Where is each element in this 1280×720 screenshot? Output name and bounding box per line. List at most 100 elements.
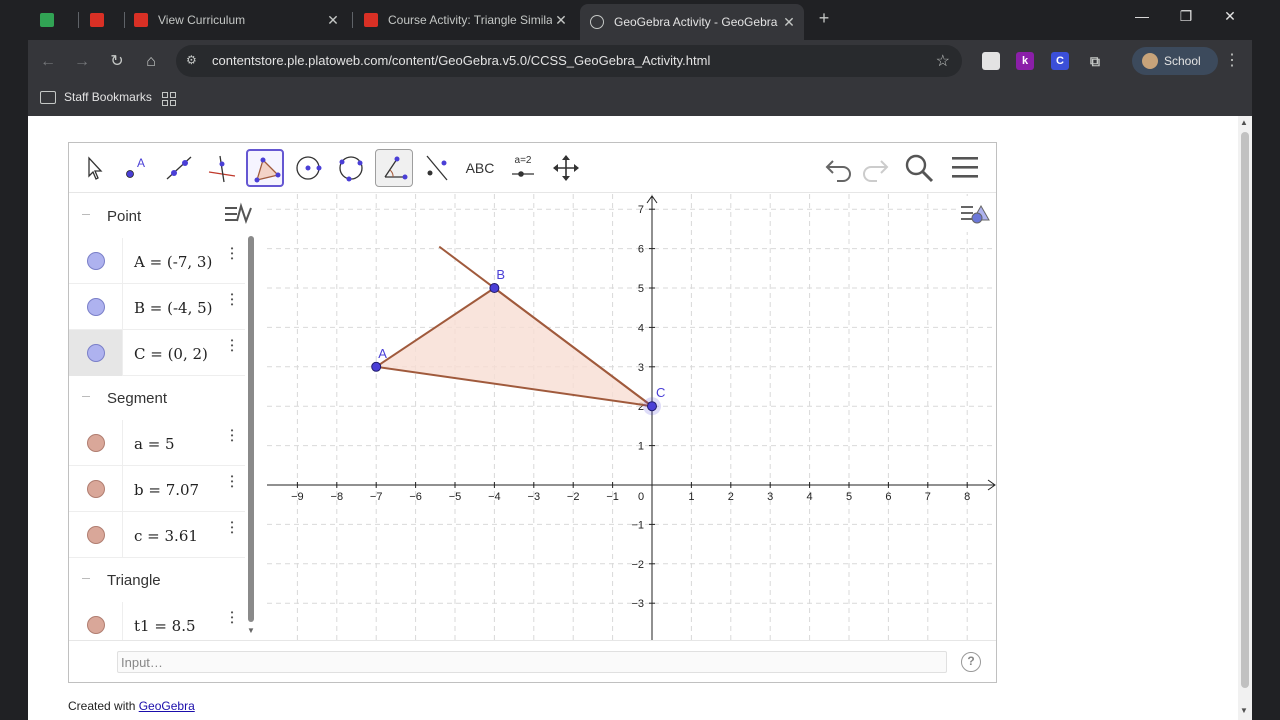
algebra-row[interactable]: C = (0, 2) • • •	[69, 330, 245, 376]
move-tool[interactable]	[74, 149, 112, 187]
visibility-toggle[interactable]	[69, 238, 123, 284]
extensions-puzzle-icon[interactable]: ⧉	[1086, 52, 1104, 70]
visibility-toggle[interactable]	[69, 512, 123, 558]
algebra-expression[interactable]: A = (-7, 3)	[134, 253, 212, 271]
apps-grid-icon[interactable]	[162, 92, 176, 106]
algebra-row[interactable]: c = 3.61 • • •	[69, 512, 245, 558]
item-menu-icon[interactable]: • • •	[229, 245, 235, 263]
algebra-expression[interactable]: c = 3.61	[134, 527, 198, 545]
home-icon[interactable]: ⌂	[139, 50, 163, 74]
text-tool[interactable]: ABC	[461, 149, 499, 187]
angle-tool[interactable]	[375, 149, 413, 187]
item-menu-icon[interactable]: • • •	[229, 291, 235, 309]
circle-center-point-tool[interactable]	[289, 149, 327, 187]
close-icon[interactable]: ✕	[780, 14, 798, 31]
tab-geogebra-activity[interactable]: GeoGebra Activity - GeoGebra I ✕	[580, 4, 804, 40]
point-tool[interactable]: A	[117, 149, 155, 187]
algebra-group-header[interactable]: Triangle	[69, 558, 245, 602]
polygon-tool[interactable]	[246, 149, 284, 187]
redo-icon[interactable]	[859, 153, 891, 183]
graphics-style-bar-icon[interactable]	[957, 196, 993, 232]
tab-view-curriculum[interactable]: View Curriculum ✕	[134, 6, 346, 34]
extension-c-icon[interactable]: C	[1051, 52, 1069, 70]
visibility-toggle[interactable]	[69, 602, 123, 640]
visibility-dot-icon[interactable]	[87, 434, 105, 452]
item-menu-icon[interactable]: • • •	[229, 427, 235, 445]
algebra-expression[interactable]: a = 5	[134, 435, 175, 453]
item-menu-icon[interactable]: • • •	[229, 337, 235, 355]
visibility-toggle[interactable]	[69, 466, 123, 512]
graphics-canvas[interactable]: −9 −8 −7 −6 −5 −4 −3 −2 −1 0 1 2 3 4 5 6 7 87654321−1−2−3…	[267, 194, 996, 640]
visibility-toggle[interactable]	[69, 330, 123, 376]
tab-edmentum[interactable]	[90, 6, 120, 34]
reload-icon[interactable]: ↻	[105, 50, 129, 74]
tab-classroom[interactable]	[40, 6, 80, 34]
restore-icon[interactable]: ❐	[1174, 8, 1198, 25]
algebra-scrollbar[interactable]	[248, 236, 254, 622]
collapse-icon[interactable]	[82, 214, 90, 215]
collapse-icon[interactable]	[82, 578, 90, 579]
visibility-dot-icon[interactable]	[87, 298, 105, 316]
algebra-input-field[interactable]	[117, 651, 947, 673]
new-tab-button[interactable]: +	[814, 8, 834, 29]
line-tool[interactable]	[160, 149, 198, 187]
close-icon[interactable]: ✕	[552, 12, 570, 29]
undo-icon[interactable]	[823, 153, 855, 183]
algebra-row[interactable]: t1 = 8.5 • • •	[69, 602, 245, 640]
visibility-dot-icon[interactable]	[87, 344, 105, 362]
kami-extension-icon[interactable]: k	[1016, 52, 1034, 70]
visibility-dot-icon[interactable]	[87, 616, 105, 634]
forward-arrow-icon[interactable]: →	[70, 50, 94, 74]
visibility-dot-icon[interactable]	[87, 526, 105, 544]
circle-three-points-tool[interactable]	[332, 149, 370, 187]
page-scrollbar[interactable]: ▲ ▼	[1238, 116, 1252, 720]
perpendicular-tool[interactable]	[203, 149, 241, 187]
algebra-row[interactable]: a = 5 • • •	[69, 420, 245, 466]
algebra-scroll-down-icon[interactable]: ▼	[247, 626, 255, 635]
item-menu-icon[interactable]: • • •	[229, 609, 235, 627]
algebra-row[interactable]: A = (-7, 3) • • •	[69, 238, 245, 284]
site-info-icon[interactable]: ⚙	[186, 53, 202, 69]
search-icon[interactable]	[903, 153, 935, 183]
main-menu-icon[interactable]	[949, 153, 981, 183]
minimize-icon[interactable]: —	[1130, 8, 1154, 24]
algebra-expression[interactable]: B = (-4, 5)	[134, 299, 213, 317]
algebra-expression[interactable]: t1 = 8.5	[134, 617, 196, 635]
scroll-down-arrow-icon[interactable]: ▼	[1240, 706, 1248, 715]
geogebra-link[interactable]: GeoGebra	[139, 699, 195, 713]
graphics-view[interactable]: −9 −8 −7 −6 −5 −4 −3 −2 −1 0 1 2 3 4 5 6 7 8 7 6 5 4 3 2 1 −1 −2 −3…	[267, 194, 996, 640]
algebra-expression[interactable]: b = 7.07	[134, 481, 199, 499]
help-icon[interactable]: ?	[961, 652, 981, 672]
extension-icon[interactable]	[982, 52, 1000, 70]
address-bar[interactable]: ⚙ contentstore.ple.platoweb.com/content/…	[176, 45, 962, 77]
bookmark-star-icon[interactable]: ☆	[936, 51, 950, 71]
algebra-row[interactable]: b = 7.07 • • •	[69, 466, 245, 512]
point-b[interactable]	[489, 283, 500, 293]
profile-button[interactable]: School	[1132, 47, 1218, 75]
bookmark-folder-staff[interactable]: Staff Bookmarks	[40, 90, 152, 104]
tab-course-activity[interactable]: Course Activity: Triangle Similar ✕	[364, 6, 574, 34]
algebra-style-bar-icon[interactable]	[219, 196, 257, 234]
visibility-toggle[interactable]	[69, 284, 123, 330]
visibility-dot-icon[interactable]	[87, 480, 105, 498]
item-menu-icon[interactable]: • • •	[229, 519, 235, 537]
visibility-dot-icon[interactable]	[87, 252, 105, 270]
browser-menu-icon[interactable]: ⋮	[1224, 50, 1240, 70]
slider-tool[interactable]: a=2	[504, 149, 542, 187]
back-arrow-icon[interactable]: ←	[36, 50, 60, 74]
collapse-icon[interactable]	[82, 396, 90, 397]
algebra-expression[interactable]: C = (0, 2)	[134, 345, 208, 363]
close-icon[interactable]: ✕	[324, 12, 342, 29]
point-c[interactable]	[647, 401, 657, 412]
scroll-up-arrow-icon[interactable]: ▲	[1240, 118, 1248, 127]
move-graphics-tool[interactable]	[547, 149, 585, 187]
scrollbar-thumb[interactable]	[1241, 132, 1249, 688]
algebra-row[interactable]: B = (-4, 5) • • •	[69, 284, 245, 330]
visibility-toggle[interactable]	[69, 420, 123, 466]
item-menu-icon[interactable]: • • •	[229, 473, 235, 491]
url-text[interactable]: contentstore.ple.platoweb.com/content/Ge…	[212, 53, 710, 68]
algebra-group-header[interactable]: Segment	[69, 376, 245, 420]
reflect-tool[interactable]	[418, 149, 456, 187]
point-a[interactable]	[371, 361, 382, 372]
window-close-icon[interactable]: ✕	[1218, 8, 1242, 25]
